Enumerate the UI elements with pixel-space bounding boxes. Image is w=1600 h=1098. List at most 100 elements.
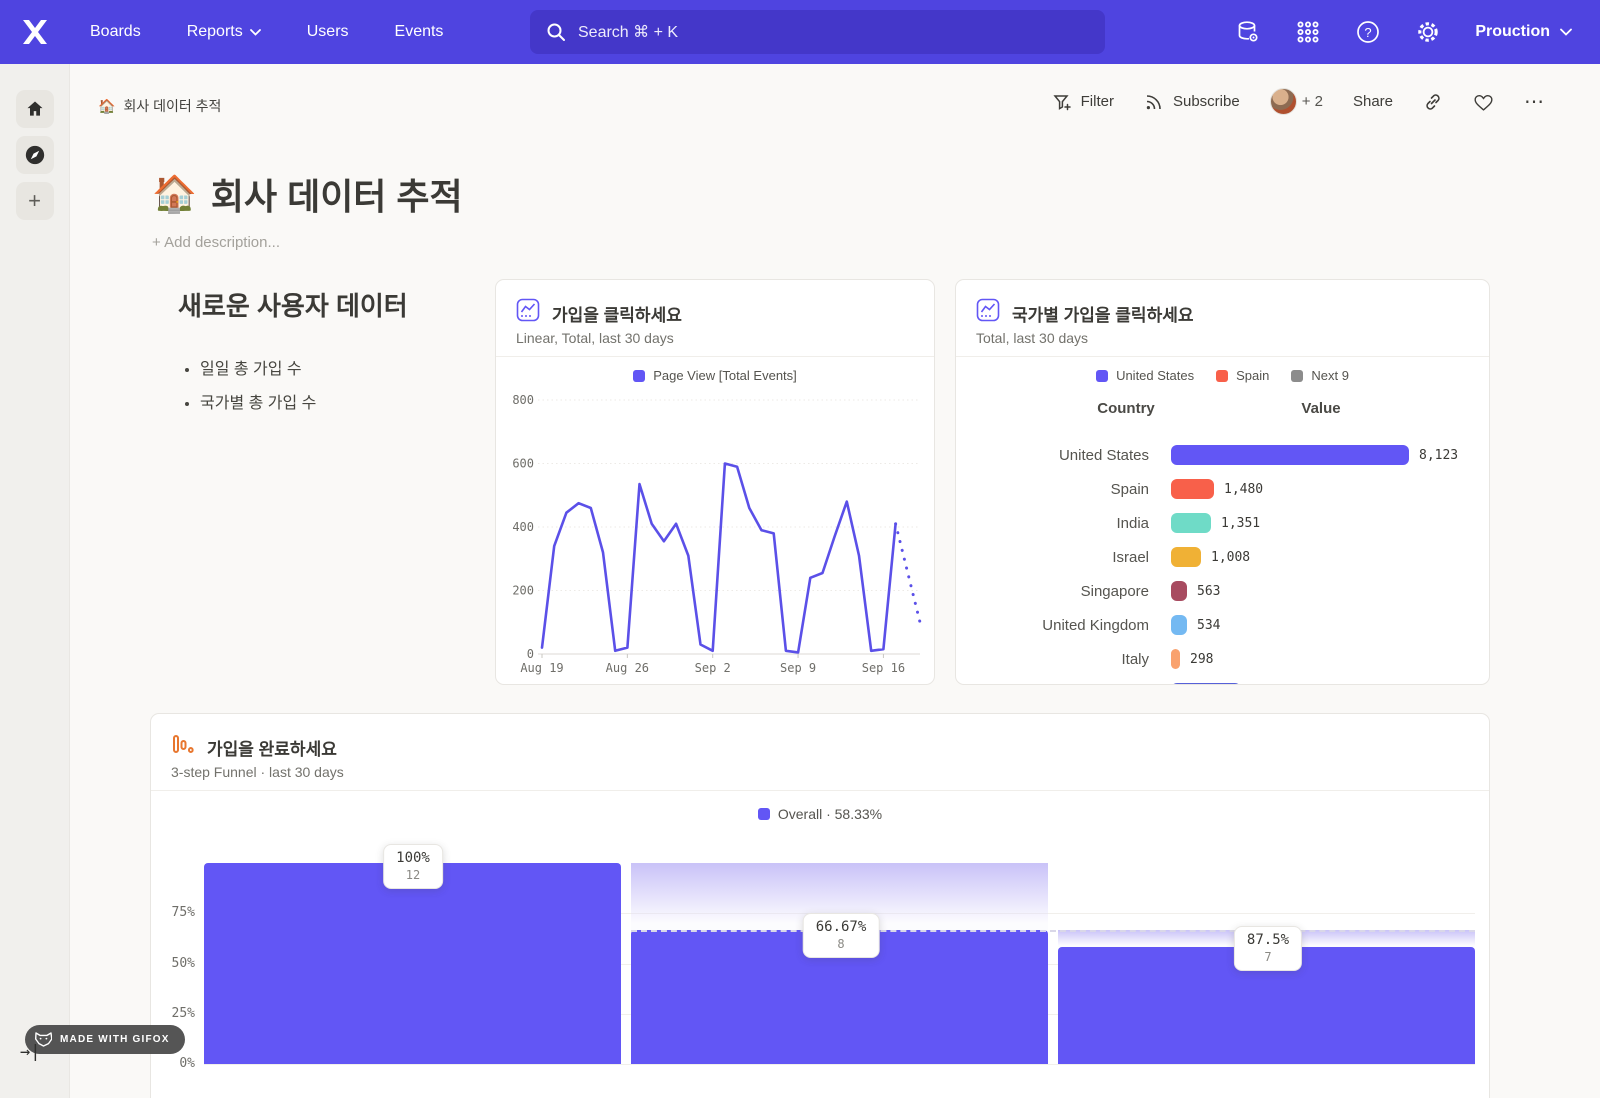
bar-spain [1171,479,1214,499]
svg-text:Sep 2: Sep 2 [695,661,731,675]
more-options-button[interactable]: ⋯ [1524,97,1546,107]
project-switcher[interactable]: Prouction [1475,23,1572,41]
text-widget-heading: 새로운 사용자 데이터 [178,286,488,323]
line-chart-icon [516,298,540,322]
country-card-subtitle: Total, last 30 days [976,330,1088,346]
legend-spain[interactable]: Spain [1216,368,1269,383]
gifox-badge: MADE WITH GIFOX [25,1025,185,1054]
settings-gear-icon[interactable] [1415,19,1441,45]
legend-swatch [1291,370,1303,382]
svg-text:200: 200 [512,584,534,598]
nav-item-events[interactable]: Events [395,23,444,41]
legend-page-view[interactable]: Page View [Total Events] [633,368,797,383]
copy-link-button[interactable] [1423,92,1443,112]
legend-swatch [1216,370,1228,382]
table-row[interactable]: Singapore 563 [956,574,1489,608]
line-chart-card[interactable]: 가입을 클릭하세요 Linear, Total, last 30 days Pa… [495,279,935,685]
bar-singapore [1171,581,1187,601]
chevron-down-icon [1560,28,1572,36]
nav-item-users[interactable]: Users [307,23,349,41]
collaborator-count: + 2 [1302,93,1323,110]
funnel-bar-step1[interactable] [204,863,621,1064]
svg-text:0: 0 [527,647,534,661]
home-button[interactable] [16,90,54,128]
table-row[interactable]: Italy 298 [956,642,1489,676]
funnel-tooltip-step3: 87.5% 7 [1234,926,1302,971]
create-board-button[interactable]: + [16,182,54,220]
funnel-chart-icon [171,732,195,756]
funnel-card-title: 가입을 완료하세요 [207,735,337,760]
collapse-sidebar-icon[interactable]: →| [20,1042,40,1062]
filter-button[interactable]: Filter [1052,92,1114,112]
add-description-button[interactable]: + Add description... [152,234,463,251]
funnel-tooltip-step1: 100% 12 [383,844,443,889]
text-widget-bullet: 일일 총 가입 수 [200,355,488,379]
table-row[interactable]: Spain 1,480 [956,472,1489,506]
svg-text:400: 400 [512,520,534,534]
mixpanel-logo-icon[interactable] [20,17,50,47]
svg-text:Sep 16: Sep 16 [862,661,905,675]
legend-united-states[interactable]: United States [1096,368,1194,383]
share-button[interactable]: Share [1353,93,1393,110]
filter-icon [1052,92,1072,112]
text-widget-bullet: 국가별 총 가입 수 [200,389,488,413]
collaborators[interactable]: + 2 [1270,88,1323,115]
board-emoji-large: 🏠 [152,173,197,215]
chevron-down-icon [250,29,261,36]
line-card-title: 가입을 클릭하세요 [552,301,682,326]
legend-swatch [758,808,770,820]
board-emoji: 🏠 [98,98,115,115]
explore-button[interactable] [16,136,54,174]
search-placeholder: Search ⌘ + K [578,22,678,42]
help-icon[interactable]: ? [1355,19,1381,45]
bar-united-kingdom [1171,615,1187,635]
gifox-badge-label: MADE WITH GIFOX [60,1034,170,1045]
line-chart-plot[interactable]: 0200400600800Aug 19Aug 26Sep 2Sep 9Sep 1… [496,388,936,684]
table-row[interactable]: Israel 1,008 [956,540,1489,574]
svg-text:Aug 19: Aug 19 [520,661,563,675]
table-row[interactable]: United Kingdom 534 [956,608,1489,642]
compass-icon [24,144,46,166]
svg-text:Sep 9: Sep 9 [780,661,816,675]
bar-israel [1171,547,1201,567]
country-chart-card[interactable]: 국가별 가입을 클릭하세요 Total, last 30 days United… [955,279,1490,685]
link-icon [1423,92,1443,112]
left-sidebar: + [0,64,70,1098]
country-card-title: 국가별 가입을 클릭하세요 [1012,301,1194,326]
search-input[interactable]: Search ⌘ + K [530,10,1105,54]
board-toolbar: Filter Subscribe + 2 Share ⋯ [1052,88,1546,115]
bar-india [1171,513,1211,533]
previous-step-dashed-line [631,930,1475,932]
legend-swatch [1096,370,1108,382]
page-title: 🏠 회사 데이터 추적 [152,168,463,220]
svg-text:?: ? [1365,25,1372,40]
legend-overall[interactable]: Overall · 58.33% [758,806,882,822]
favorite-button[interactable] [1473,92,1494,112]
data-management-icon[interactable] [1235,19,1261,45]
svg-text:Aug 26: Aug 26 [606,661,649,675]
rss-icon [1144,92,1164,112]
svg-text:600: 600 [512,457,534,471]
partial-next-row-bar [1171,683,1241,685]
apps-grid-icon[interactable] [1295,19,1321,45]
table-row[interactable]: India 1,351 [956,506,1489,540]
legend-next-9[interactable]: Next 9 [1291,368,1349,383]
table-row[interactable]: United States 8,123 [956,438,1489,472]
plus-icon: + [28,190,41,212]
heart-icon [1473,92,1494,112]
legend-swatch [633,370,645,382]
country-rows: United States 8,123 Spain 1,480 India 1,… [956,438,1489,676]
breadcrumb[interactable]: 🏠 회사 데이터 추적 [98,96,221,116]
nav-item-reports[interactable]: Reports [187,23,261,41]
subscribe-button[interactable]: Subscribe [1144,92,1240,112]
text-widget: 새로운 사용자 데이터 일일 총 가입 수 국가별 총 가입 수 [178,286,488,423]
nav-item-boards[interactable]: Boards [90,23,141,41]
avatar [1270,88,1297,115]
column-header-value: Value [1246,400,1396,417]
funnel-chart-card[interactable]: 가입을 완료하세요 3-step Funnel · last 30 days O… [150,713,1490,1098]
column-header-country: Country [1056,400,1196,417]
funnel-card-subtitle: 3-step Funnel · last 30 days [171,764,344,780]
home-icon [25,99,45,119]
bar-united-states [1171,445,1409,465]
funnel-tooltip-step2: 66.67% 8 [803,913,880,958]
